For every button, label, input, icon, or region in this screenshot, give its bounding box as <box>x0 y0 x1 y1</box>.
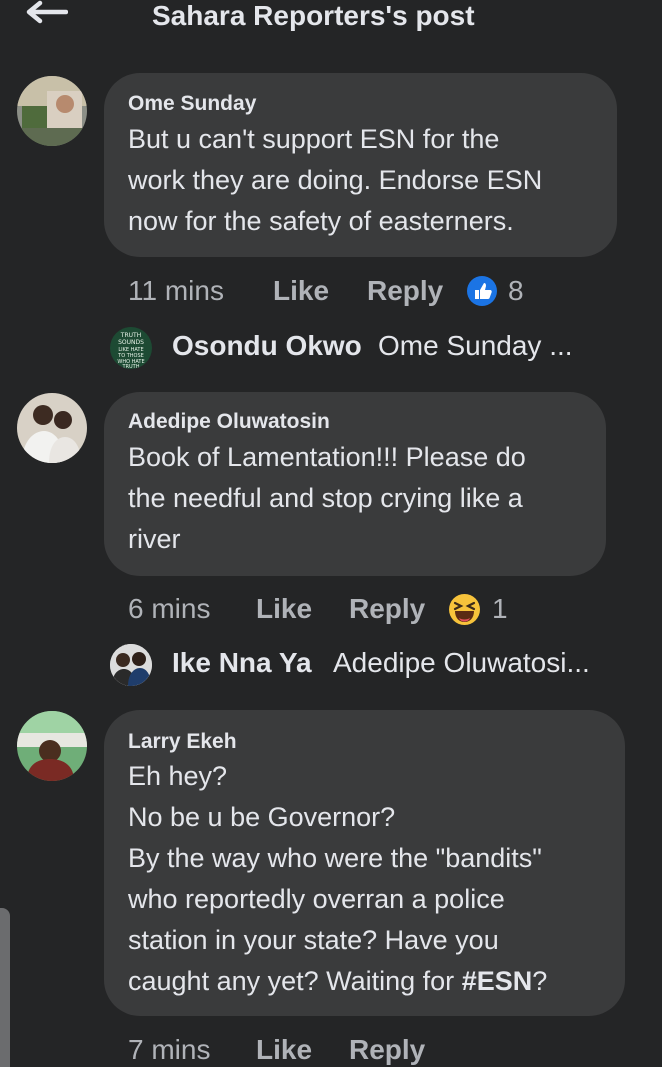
comment-bubble[interactable]: Larry Ekeh Eh hey? No be u be Governor? … <box>104 710 625 1016</box>
reply-preview-text: Adedipe Oluwatosi... <box>333 647 590 678</box>
comment-time: 7 mins <box>128 1034 211 1065</box>
reaction-count: 1 <box>492 593 508 624</box>
comment-line: who reportedly overran a police <box>128 884 505 914</box>
reply-button[interactable]: Reply <box>349 1034 425 1066</box>
comment-text: But u can't support ESN for the work the… <box>128 124 543 236</box>
back-arrow-icon[interactable] <box>22 0 68 24</box>
comment-time: 6 mins <box>128 593 211 624</box>
commenter-avatar[interactable] <box>17 393 87 463</box>
comment-line: No be u be Governor? <box>128 802 396 832</box>
like-button[interactable]: Like <box>256 593 312 625</box>
comment-line: station in your state? Have you <box>128 925 499 955</box>
comment-line: caught any yet? Waiting for #ESN? <box>128 961 547 1002</box>
svg-text:TRUTH: TRUTH <box>120 332 141 339</box>
comment-line-text: caught any yet? Waiting for <box>128 966 462 996</box>
reply-preview-text: Ome Sunday ... <box>378 330 573 361</box>
end-punctuation: ? <box>532 966 548 996</box>
comment-bubble[interactable]: Adedipe Oluwatosin Book of Lamentation!!… <box>104 392 606 576</box>
reply-preview-row[interactable]: Ike Nna Ya Adedipe Oluwatosi... <box>110 644 650 686</box>
page-title: Sahara Reporters's post <box>152 0 475 31</box>
svg-text:SOUNDS: SOUNDS <box>118 339 144 346</box>
reply-author[interactable]: Ike Nna Ya <box>172 647 312 679</box>
like-button[interactable]: Like <box>273 275 329 307</box>
comment-text: Eh hey? No be u be Governor? By the way … <box>128 756 547 1002</box>
comment-line: Eh hey? <box>128 761 228 791</box>
comment-time: 11 mins <box>128 275 224 306</box>
commenter-avatar[interactable] <box>17 76 87 146</box>
commenter-avatar[interactable] <box>17 711 87 781</box>
reply-button[interactable]: Reply <box>367 275 443 307</box>
comment-author[interactable]: Adedipe Oluwatosin <box>128 410 330 434</box>
reply-avatar[interactable]: TRUTH SOUNDS LIKE HATE TO THOSE WHO HATE… <box>110 327 152 369</box>
comment-author[interactable]: Larry Ekeh <box>128 730 237 754</box>
reply-preview-row[interactable]: TRUTH SOUNDS LIKE HATE TO THOSE WHO HATE… <box>110 327 630 369</box>
like-button[interactable]: Like <box>256 1034 312 1066</box>
comment-line: By the way who were the "bandits" <box>128 843 542 873</box>
hashtag-link[interactable]: #ESN <box>462 966 533 996</box>
haha-reaction-icon[interactable] <box>448 593 481 626</box>
app-header: Sahara Reporters's post <box>0 0 662 40</box>
svg-text:TRUTH: TRUTH <box>121 364 139 369</box>
comment-bubble[interactable]: Ome Sunday But u can't support ESN for t… <box>104 73 617 257</box>
comment-author[interactable]: Ome Sunday <box>128 92 256 116</box>
reply-author[interactable]: Osondu Okwo <box>172 330 362 362</box>
scroll-edge-handle[interactable] <box>0 908 10 1067</box>
comment-text: Book of Lamentation!!! Please do the nee… <box>128 442 526 554</box>
reply-button[interactable]: Reply <box>349 593 425 625</box>
reply-avatar[interactable] <box>110 644 152 686</box>
like-reaction-icon[interactable] <box>467 276 497 306</box>
reaction-count: 8 <box>508 275 524 306</box>
